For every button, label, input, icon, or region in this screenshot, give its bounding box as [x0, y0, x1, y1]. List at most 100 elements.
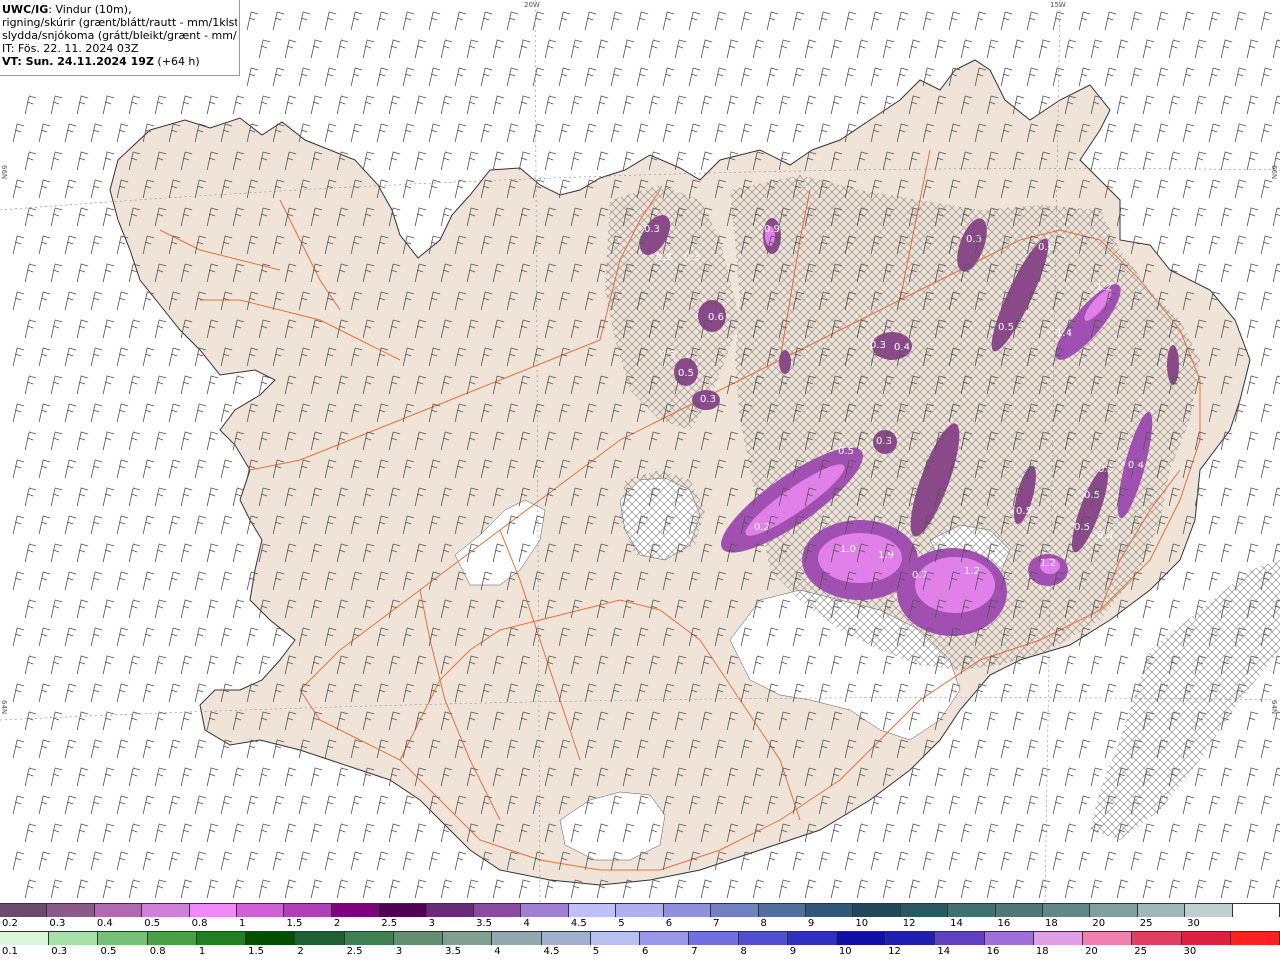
wind-barb [466, 151, 479, 171]
map-info-box: UWC/IG: Vindur (10m), rigning/skúrir (gr… [0, 0, 240, 76]
wind-barb [64, 459, 77, 479]
legend-label: 10 [838, 946, 852, 957]
wind-barb [714, 67, 727, 87]
wind-barb [180, 375, 193, 395]
wind-barb [740, 67, 753, 87]
rain-legend-bar [0, 931, 1280, 945]
wind-barb [1000, 67, 1013, 87]
rain-legend-labels: 0.1 0.3 0.5 0.8 1 1.5 2 2.5 3 3.5 4 4.5 5 6 7 8 9 10 12 14 1… [0, 946, 1280, 960]
wind-barb [50, 767, 63, 787]
wind-barb [90, 179, 103, 199]
wind-barb [1064, 823, 1077, 843]
legend-label: 0.4 [96, 918, 113, 929]
wind-barb [726, 39, 739, 59]
wind-barb [584, 67, 597, 87]
wind-barb [38, 179, 51, 199]
wind-barb [1272, 823, 1280, 843]
wind-barb [402, 795, 415, 815]
wind-barb [258, 655, 271, 675]
wind-barb [298, 851, 311, 871]
wind-barb [896, 67, 909, 87]
wind-barb [778, 95, 791, 115]
wind-barb [570, 39, 583, 59]
wind-barb [726, 879, 739, 899]
legend-label: 0.2 [2, 918, 18, 929]
wind-barb [376, 11, 389, 31]
wind-barb [1130, 11, 1143, 31]
wind-barb [1038, 767, 1051, 787]
wind-barb [154, 823, 167, 843]
wind-barb [804, 39, 817, 59]
wind-barb [1090, 879, 1103, 899]
wind-barb [336, 767, 349, 787]
wind-barb [428, 67, 441, 87]
legend-label: 0.1 [2, 946, 18, 957]
wind-barb [90, 739, 103, 759]
wind-barb [674, 95, 687, 115]
wind-barb [232, 543, 245, 563]
wind-barb [388, 151, 401, 171]
wind-barb [50, 95, 63, 115]
legend-label: 7 [691, 946, 698, 957]
wind-barb [1260, 347, 1273, 367]
wind-barb [870, 11, 883, 31]
wind-barb [376, 851, 389, 871]
contour-value-label: 0.4 [894, 342, 910, 353]
wind-barb [324, 851, 337, 871]
wind-barb [168, 403, 181, 423]
grid-label-64n-left: 64N [0, 700, 8, 715]
wind-barb [324, 795, 337, 815]
wind-barb [272, 67, 285, 87]
legend-swatch [1090, 904, 1138, 917]
legend-label: 0.5 [144, 918, 161, 929]
wind-barb [1142, 39, 1155, 59]
wind-barb [24, 599, 37, 619]
wind-barb [1012, 39, 1025, 59]
wind-barb [1208, 515, 1221, 535]
wind-barb [232, 879, 245, 899]
wind-barb [24, 823, 37, 843]
wind-barb [1090, 767, 1103, 787]
wind-barb [298, 795, 311, 815]
wind-barb [1220, 543, 1233, 563]
wind-barb [1260, 235, 1273, 255]
wind-barb [24, 151, 37, 171]
legend-label: 10 [855, 918, 869, 929]
wind-barb [90, 291, 103, 311]
wind-barb [1104, 851, 1117, 871]
wind-barb [1064, 767, 1077, 787]
wind-barb [64, 795, 77, 815]
legend-swatch [284, 904, 332, 917]
wind-barb [180, 879, 193, 899]
wind-barb [778, 39, 791, 59]
legend-label: 1 [239, 918, 246, 929]
legend-label: 2.5 [381, 918, 398, 929]
wind-barb [480, 67, 493, 87]
legend-label: 3.5 [445, 946, 461, 957]
wind-barb [1142, 151, 1155, 171]
wind-barb [116, 459, 129, 479]
wind-barb [532, 11, 545, 31]
wind-barb [220, 851, 233, 871]
wind-barb [700, 151, 713, 171]
grid-label-20w: 20W [524, 1, 540, 9]
wind-barb [232, 655, 245, 675]
wind-barb [752, 39, 765, 59]
wind-barb [90, 123, 103, 143]
wind-barb [180, 543, 193, 563]
wind-barb [558, 123, 571, 143]
contour-value-label: 0.3 [644, 224, 660, 235]
wind-barb [102, 823, 115, 843]
wind-barb [24, 879, 37, 899]
wind-barb [1026, 683, 1039, 703]
wind-barb [258, 39, 271, 59]
wind-barb [1246, 431, 1259, 451]
wind-barb [610, 67, 623, 87]
wind-barb [1116, 39, 1129, 59]
wind-barb [116, 739, 129, 759]
wind-barb [272, 851, 285, 871]
legend-swatch [787, 932, 837, 945]
wind-barb [350, 851, 363, 871]
wind-barb [1234, 739, 1247, 759]
wind-barb [740, 11, 753, 31]
